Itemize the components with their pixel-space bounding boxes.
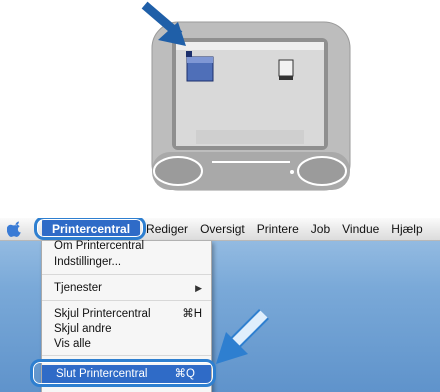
imac-screen-menubar bbox=[176, 42, 324, 50]
menu-separator bbox=[42, 274, 211, 275]
menu-job[interactable]: Job bbox=[305, 222, 336, 236]
imac-speaker-right bbox=[297, 156, 347, 186]
menu-screenshot: Printercentral Rediger Oversigt Printere… bbox=[0, 218, 440, 392]
arrow-icon bbox=[216, 309, 269, 364]
imac-speaker-left bbox=[153, 156, 203, 186]
menu-item-hide-shortcut: ⌘H bbox=[182, 308, 202, 320]
menu-separator bbox=[42, 300, 211, 301]
apple-logo-icon[interactable] bbox=[0, 218, 28, 240]
menu-rediger[interactable]: Rediger bbox=[140, 222, 194, 236]
menu-hjaelp[interactable]: Hjælp bbox=[385, 222, 428, 236]
triangle-right-icon: ▶ bbox=[195, 283, 202, 293]
menu-highlight-ring bbox=[34, 218, 146, 240]
menu-item-about[interactable]: Om Printercentral bbox=[54, 238, 144, 254]
imac-illustration bbox=[141, 1, 351, 191]
menu-item-services-label: Tjenester bbox=[54, 282, 102, 294]
menu-printere[interactable]: Printere bbox=[251, 222, 305, 236]
hard-drive-icon bbox=[278, 59, 294, 80]
imac-power-light bbox=[290, 170, 294, 174]
menu-separator bbox=[42, 355, 211, 356]
menu-oversigt[interactable]: Oversigt bbox=[194, 222, 251, 236]
quit-highlight-ring bbox=[30, 359, 216, 387]
menu-item-services[interactable]: Tjenester ▶ bbox=[54, 280, 202, 296]
menu-item-preferences[interactable]: Indstillinger... bbox=[54, 254, 121, 270]
menu-item-hide-others[interactable]: Skjul andre bbox=[54, 321, 112, 337]
menu-item-hide-label: Skjul Printercentral bbox=[54, 308, 151, 320]
menu-item-show-all[interactable]: Vis alle bbox=[54, 336, 91, 352]
imac-dock bbox=[196, 130, 304, 144]
menu-item-hide[interactable]: Skjul Printercentral ⌘H bbox=[54, 306, 202, 322]
menu-vindue[interactable]: Vindue bbox=[336, 222, 385, 236]
